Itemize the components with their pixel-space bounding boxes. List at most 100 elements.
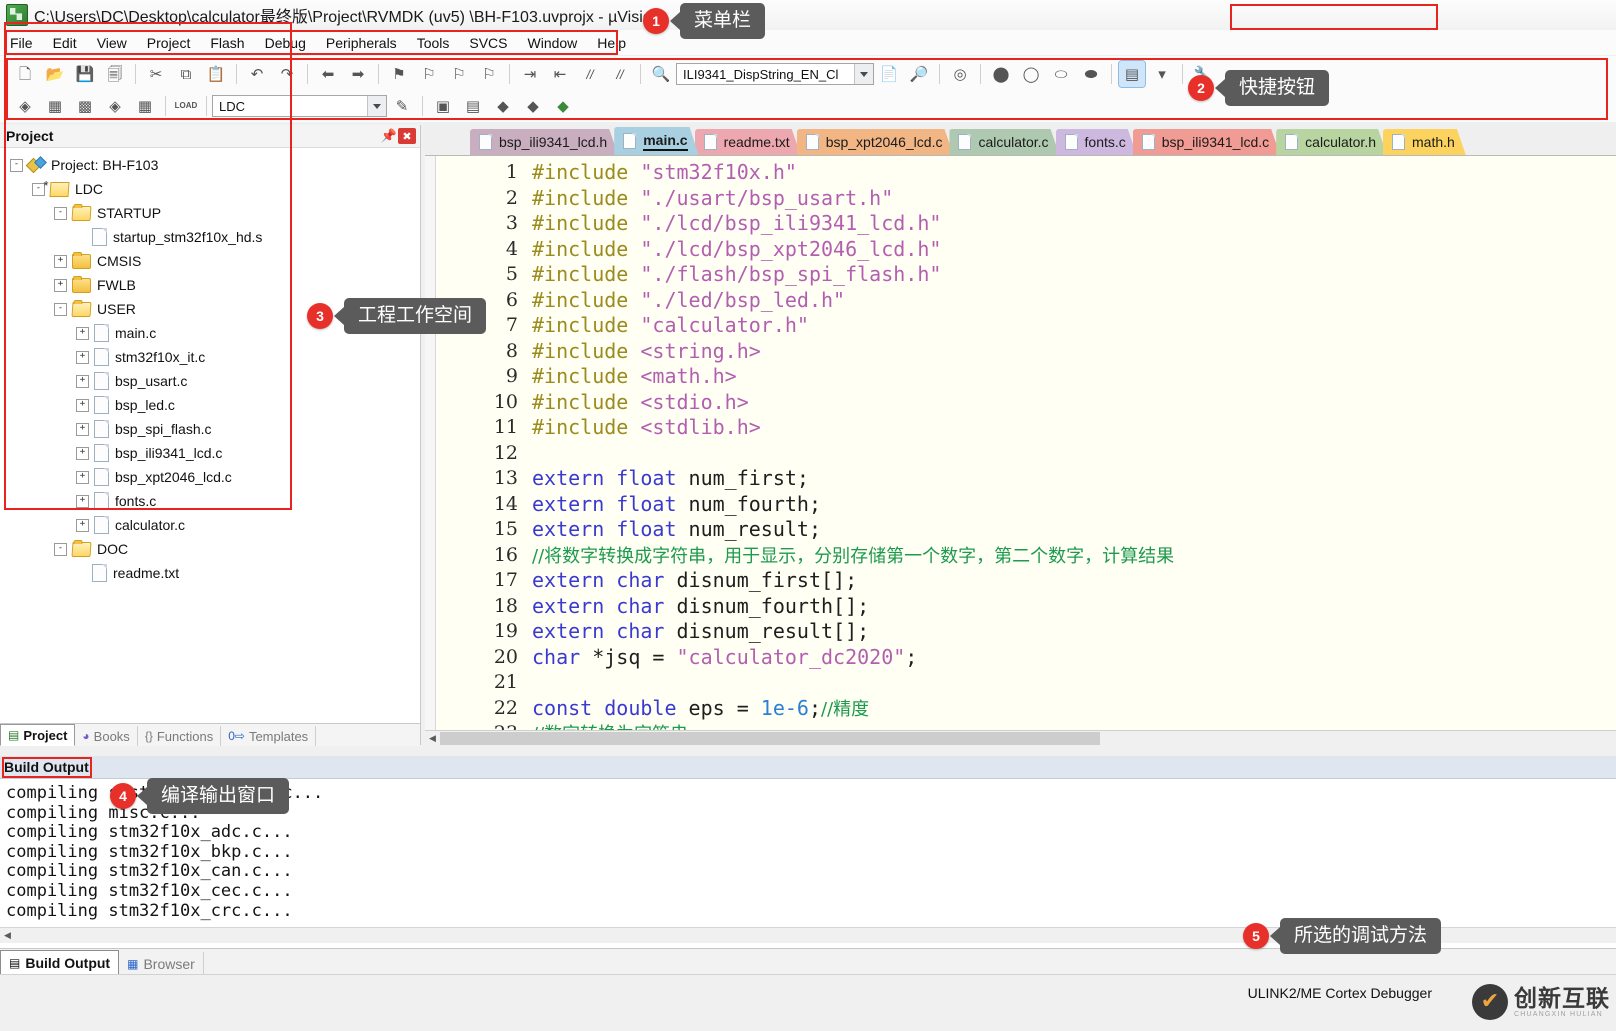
close-icon[interactable]: ✖	[398, 128, 416, 144]
menu-item-debug[interactable]: Debug	[255, 32, 316, 54]
indent-left-icon[interactable]: ⇤	[547, 61, 573, 87]
editor-tab-bsp-xpt2046-lcd-c[interactable]: bsp_xpt2046_lcd.c	[797, 129, 954, 155]
function-browser-icon[interactable]: 📄	[876, 61, 902, 87]
navigate-forward-icon[interactable]: ➡	[345, 61, 371, 87]
code-editor[interactable]: 1 #include "stm32f10x.h" 2 #include "./usar…	[425, 155, 1616, 731]
code-lines[interactable]: 1 #include "stm32f10x.h" 2 #include "./usar…	[436, 156, 1616, 731]
expand-icon[interactable]: +	[76, 470, 89, 484]
batch-build-icon[interactable]: ◈	[102, 93, 128, 119]
tree-item[interactable]: + bsp_xpt2046_lcd.c	[0, 465, 420, 489]
editor-tab-bsp-ili9341-lcd-c[interactable]: bsp_ili9341_lcd.c	[1133, 129, 1280, 155]
menu-item-project[interactable]: Project	[137, 32, 201, 54]
menu-item-tools[interactable]: Tools	[407, 32, 460, 54]
collapse-icon[interactable]: -	[54, 542, 67, 556]
editor-tab-bsp-ili9341-lcd-h[interactable]: bsp_ili9341_lcd.h	[470, 129, 618, 155]
tree-item[interactable]: + bsp_spi_flash.c	[0, 417, 420, 441]
editor-tab-main-c[interactable]: main.c	[614, 127, 698, 155]
translate-icon[interactable]: ◈	[12, 93, 38, 119]
manage-runtime-env-icon[interactable]: ◆	[520, 93, 546, 119]
collapse-icon[interactable]: -	[54, 206, 67, 220]
expand-icon[interactable]: +	[54, 278, 67, 292]
clear-bookmarks-icon[interactable]: ⚐	[476, 61, 502, 87]
bottom-tab-browser[interactable]: ▦ Browser	[119, 952, 204, 975]
menu-item-peripherals[interactable]: Peripherals	[316, 32, 407, 54]
expand-icon[interactable]: +	[76, 494, 89, 508]
expand-icon[interactable]: +	[76, 374, 89, 388]
download-icon[interactable]: LOAD	[173, 93, 199, 119]
menu-item-svcs[interactable]: SVCS	[459, 32, 517, 54]
paste-icon[interactable]: 📋	[203, 61, 229, 87]
pack-installer-icon[interactable]: ◆	[490, 93, 516, 119]
tree-item[interactable]: - STARTUP	[0, 201, 420, 225]
tree-item[interactable]: - Project: BH-F103	[0, 153, 420, 177]
project-tab-books[interactable]: ◕ Books	[75, 726, 138, 746]
save-all-icon[interactable]: 🗐	[102, 61, 128, 87]
editor-tab-math-h[interactable]: math.h	[1383, 129, 1466, 155]
editor-tab-calculator-h[interactable]: calculator.h	[1276, 129, 1387, 155]
new-file-icon[interactable]: 🗋	[12, 61, 38, 87]
window-layout-dropdown-icon[interactable]: ▾	[1149, 61, 1175, 87]
menu-item-file[interactable]: File	[0, 32, 43, 54]
tree-item[interactable]: + fonts.c	[0, 489, 420, 513]
open-file-icon[interactable]: 📂	[42, 61, 68, 87]
project-tab-templates[interactable]: 0⇨ Templates	[221, 726, 317, 746]
cut-icon[interactable]: ✂	[143, 61, 169, 87]
stop-build-icon[interactable]: ▦	[132, 93, 158, 119]
tree-item[interactable]: - DOC	[0, 537, 420, 561]
uncomment-lines-icon[interactable]: //	[607, 61, 633, 87]
project-tab-functions[interactable]: {} Functions	[138, 726, 222, 746]
function-selector-combo[interactable]: ILI9341_DispString_EN_Cl	[676, 63, 874, 85]
tree-item[interactable]: readme.txt	[0, 561, 420, 585]
expand-icon[interactable]: +	[54, 254, 67, 268]
collapse-icon[interactable]: -	[54, 302, 67, 316]
menu-item-help[interactable]: Help	[587, 32, 636, 54]
copy-icon[interactable]: ⧉	[173, 61, 199, 87]
expand-icon[interactable]: +	[76, 398, 89, 412]
insert-breakpoint-icon[interactable]: ⬤	[988, 61, 1014, 87]
tree-item[interactable]: + bsp_ili9341_lcd.c	[0, 441, 420, 465]
comment-lines-icon[interactable]: //	[577, 61, 603, 87]
pin-icon[interactable]: 📌	[380, 128, 398, 144]
tree-item[interactable]: startup_stm32f10x_hd.s	[0, 225, 420, 249]
tree-item[interactable]: + CMSIS	[0, 249, 420, 273]
manage-project-items-icon[interactable]: ▣	[430, 93, 456, 119]
editor-tab-calculator-c[interactable]: calculator.c	[949, 129, 1059, 155]
tree-item[interactable]: + calculator.c	[0, 513, 420, 537]
scroll-left-icon[interactable]: ◀	[425, 732, 440, 745]
debug-magnify-icon[interactable]: ◎	[947, 61, 973, 87]
expand-icon[interactable]: +	[76, 422, 89, 436]
collapse-icon[interactable]: -	[10, 158, 23, 172]
find-icon[interactable]: 🔎	[906, 61, 932, 87]
editor-tab-fonts-c[interactable]: fonts.c	[1056, 129, 1137, 155]
project-tree[interactable]: -Project: BH-F103-LDC-STARTUPstartup_stm…	[0, 149, 420, 733]
menu-item-edit[interactable]: Edit	[43, 32, 87, 54]
tree-item[interactable]: + FWLB	[0, 273, 420, 297]
target-options-wizard-icon[interactable]: ✎	[389, 93, 415, 119]
tree-item[interactable]: + bsp_usart.c	[0, 369, 420, 393]
disable-breakpoint-icon[interactable]: ◯	[1018, 61, 1044, 87]
next-bookmark-icon[interactable]: ⚐	[446, 61, 472, 87]
tree-item[interactable]: -LDC	[0, 177, 420, 201]
scrollbar-thumb[interactable]	[440, 732, 1100, 745]
save-icon[interactable]: 💾	[72, 61, 98, 87]
menu-item-flash[interactable]: Flash	[200, 32, 254, 54]
menu-item-window[interactable]: Window	[518, 32, 588, 54]
kill-all-breakpoints-icon[interactable]: ⬭	[1048, 61, 1074, 87]
menu-item-view[interactable]: View	[87, 32, 137, 54]
undo-icon[interactable]: ↶	[244, 61, 270, 87]
expand-icon[interactable]: +	[76, 518, 89, 532]
chevron-down-icon[interactable]	[854, 64, 873, 84]
expand-icon[interactable]: +	[76, 350, 89, 364]
editor-tab-readme-txt[interactable]: readme.txt	[695, 129, 801, 155]
expand-icon[interactable]: +	[76, 446, 89, 460]
software-packs-icon[interactable]: ◆	[550, 93, 576, 119]
disable-all-breakpoints-icon[interactable]: ⬬	[1078, 61, 1104, 87]
navigate-backward-icon[interactable]: ⬅	[315, 61, 341, 87]
prev-bookmark-icon[interactable]: ⚐	[416, 61, 442, 87]
scrollbar-track[interactable]	[440, 732, 1616, 745]
build-icon[interactable]: ▦	[42, 93, 68, 119]
manage-multi-project-icon[interactable]: ▤	[460, 93, 486, 119]
chevron-down-icon[interactable]	[367, 96, 386, 116]
tree-item[interactable]: + stm32f10x_it.c	[0, 345, 420, 369]
tree-item[interactable]: + bsp_led.c	[0, 393, 420, 417]
